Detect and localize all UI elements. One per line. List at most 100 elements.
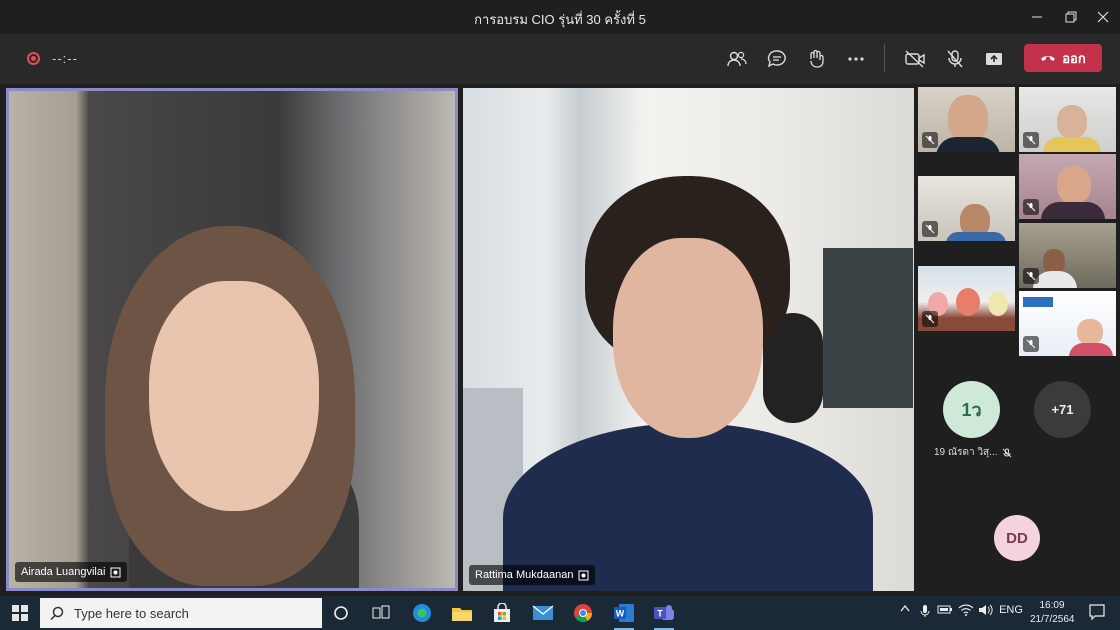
mail-icon [532, 605, 554, 620]
muted-mic-indicator [922, 132, 938, 148]
chat-button[interactable] [765, 47, 789, 71]
clock-date: 21/7/2564 [1030, 614, 1075, 625]
gallery-tile[interactable] [1019, 87, 1116, 152]
mic-toggle-button[interactable] [943, 47, 967, 71]
participant-face [1057, 166, 1091, 204]
muted-mic-indicator [1023, 336, 1039, 352]
windows-taskbar: Type here to search W T ENG 16:09 21/7/2… [0, 596, 1120, 630]
gallery-tile[interactable] [918, 87, 1015, 152]
camera-toggle-button[interactable] [903, 47, 927, 71]
store-button[interactable] [490, 601, 514, 625]
gallery-tile[interactable] [918, 176, 1015, 241]
muted-mic-indicator [1023, 132, 1039, 148]
participant-face [1077, 319, 1103, 345]
mic-off-icon [925, 314, 935, 324]
gallery-tile[interactable] [1019, 291, 1116, 356]
close-icon [1097, 11, 1109, 23]
share-screen-button[interactable] [982, 47, 1006, 71]
show-hidden-icons-button[interactable] [898, 604, 912, 612]
participants-button[interactable] [725, 47, 749, 71]
toolbar-divider [884, 44, 885, 72]
call-timer: --:-- [52, 51, 78, 66]
volume-icon [979, 604, 993, 616]
muted-mic-indicator [1023, 199, 1039, 215]
microphone-tray-icon[interactable] [918, 604, 932, 618]
teams-icon: T [654, 605, 674, 620]
restore-icon [1065, 11, 1077, 23]
file-explorer-icon [452, 608, 472, 621]
participant-face [1057, 105, 1087, 139]
cortana-button[interactable] [329, 601, 353, 625]
task-view-button[interactable] [369, 601, 393, 625]
store-icon [494, 603, 510, 622]
action-center-button[interactable] [1088, 603, 1106, 621]
mic-off-icon [1026, 271, 1036, 281]
participants-icon [727, 51, 747, 67]
participant-face [948, 95, 988, 143]
more-participants-button[interactable]: +71 [1034, 381, 1091, 438]
language-indicator[interactable]: ENG [998, 604, 1024, 616]
reactions-icon [810, 49, 824, 68]
clock-time: 16:09 [1039, 600, 1065, 611]
mic-off-icon [1026, 135, 1036, 145]
wifi-tray-icon[interactable] [958, 604, 974, 616]
more-actions-button[interactable] [844, 47, 868, 71]
participant-silhouette [1033, 271, 1077, 288]
participant-face [149, 281, 319, 511]
search-placeholder: Type here to search [74, 605, 189, 621]
teams-button[interactable]: T [652, 601, 676, 630]
gallery-tile[interactable] [918, 266, 1015, 331]
search-icon [50, 606, 64, 620]
participant-avatar[interactable]: 1ว [943, 381, 1000, 438]
gallery-tile[interactable] [1019, 223, 1116, 288]
battery-icon [937, 605, 952, 614]
flower-arrangement [956, 288, 980, 316]
participant-silhouette [946, 232, 1006, 241]
muted-mic-indicator [922, 311, 938, 327]
mic-off-icon [947, 50, 963, 68]
word-button[interactable]: W [612, 601, 636, 630]
participant-avatar-label: 19 ณัรดา วิสุ... [934, 445, 1012, 460]
cortana-icon [334, 606, 348, 620]
window-title: การอบรม CIO รุ่นที่ 30 ครั้งที่ 5 [474, 12, 646, 27]
mic-off-icon [1026, 202, 1036, 212]
mic-off-icon [925, 224, 935, 234]
microphone-icon [920, 605, 930, 617]
close-button[interactable] [1086, 0, 1120, 34]
file-explorer-button[interactable] [450, 601, 474, 625]
svg-text:T: T [657, 609, 663, 619]
camera-off-icon [905, 50, 925, 68]
pin-icon [578, 570, 589, 580]
call-toolbar: --:-- ออก [0, 34, 1120, 84]
mic-off-icon [1026, 339, 1036, 349]
mail-button[interactable] [531, 601, 555, 625]
chrome-icon [574, 604, 592, 623]
leave-button[interactable]: ออก [1024, 44, 1102, 72]
edge-button[interactable] [410, 601, 434, 625]
minimize-icon [1032, 16, 1042, 18]
notification-icon [1089, 604, 1105, 621]
mic-off-icon [1002, 448, 1011, 457]
participant-name-tag: Airada Luangvilai [15, 562, 128, 582]
flower-arrangement [988, 292, 1008, 316]
pin-icon [110, 567, 121, 577]
participant-name: Rattima Mukdaanan [475, 569, 574, 581]
video-tile-participant-1[interactable]: Airada Luangvilai [6, 88, 458, 591]
banner-logo [1023, 297, 1053, 307]
minimize-button[interactable] [1020, 0, 1054, 34]
leave-label: ออก [1062, 50, 1086, 66]
restore-button[interactable] [1054, 0, 1088, 34]
battery-tray-icon[interactable] [937, 604, 953, 614]
teams-meeting-window: การอบรม CIO รุ่นที่ 30 ครั้งที่ 5 --:-- [0, 0, 1120, 630]
gallery-tile[interactable] [1019, 154, 1116, 219]
volume-tray-icon[interactable] [978, 604, 994, 616]
taskbar-clock[interactable]: 16:09 21/7/2564 [1030, 599, 1075, 627]
participant-avatar[interactable]: DD [994, 515, 1040, 561]
windows-start-icon[interactable] [12, 605, 28, 621]
participant-silhouette [1043, 137, 1101, 152]
video-tile-participant-2[interactable]: Rattima Mukdaanan [463, 88, 914, 591]
chrome-button[interactable] [571, 601, 595, 625]
reactions-button[interactable] [805, 47, 829, 71]
taskbar-search-box[interactable]: Type here to search [40, 598, 322, 628]
phone-hangup-icon [1041, 56, 1056, 61]
